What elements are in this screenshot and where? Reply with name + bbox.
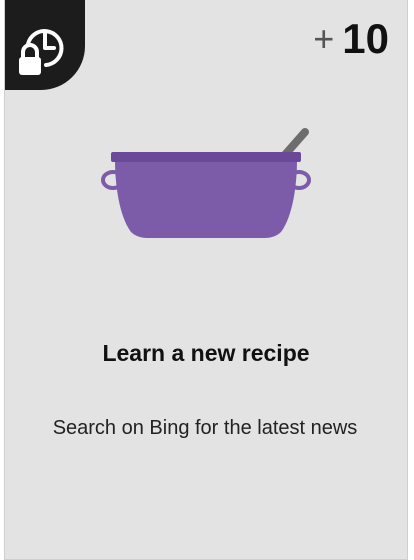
card-title: Learn a new recipe (102, 340, 310, 366)
locked-status-badge (5, 0, 85, 90)
lock-clock-icon (19, 29, 64, 75)
points-reward: + 10 (313, 18, 389, 60)
card-description: Search on Bing for the latest news (52, 417, 358, 439)
activity-card[interactable]: + 10 Learn a new recipe Search on Bing f… (4, 0, 408, 560)
points-plus: + (313, 18, 335, 59)
cooking-pot-icon (101, 128, 311, 238)
points-value: 10 (342, 15, 389, 62)
